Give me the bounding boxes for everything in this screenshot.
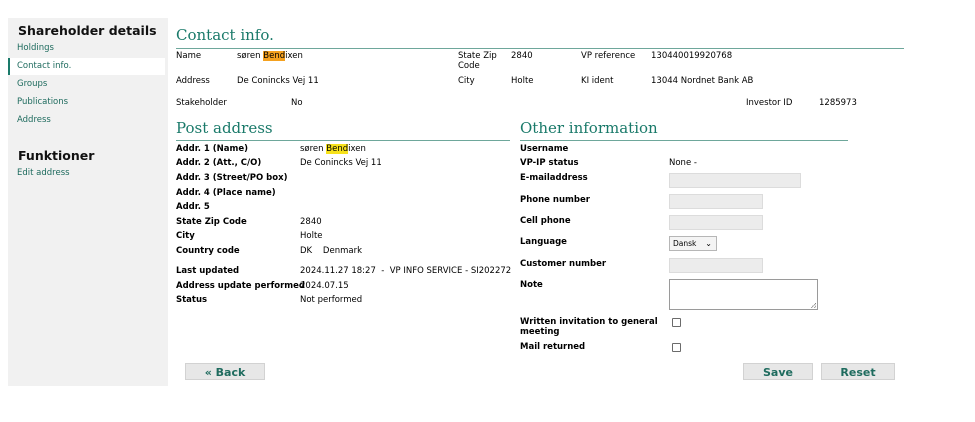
written-invitation-label: Written invitation to general	[520, 317, 658, 327]
sidebar-item-publications[interactable]: Publications	[8, 94, 165, 111]
stakeholder-value: No	[291, 98, 303, 108]
address-update-value: 2024.07.15	[300, 281, 349, 291]
post-address-heading: Post address	[176, 119, 273, 137]
note-textarea[interactable]	[669, 279, 818, 310]
sidebar-item-edit-address[interactable]: Edit address	[8, 165, 165, 182]
last-updated-value: 2024.11.27 18:27 - VP INFO SERVICE - SI2…	[300, 266, 512, 276]
contact-info-heading: Contact info.	[176, 26, 274, 44]
name-value-highlight: Bend	[263, 51, 286, 61]
addr4-label: Addr. 4 (Place name)	[176, 188, 276, 198]
language-select-value: Dansk	[673, 239, 697, 248]
name-value-part: søren	[237, 51, 264, 61]
contact-info-divider	[176, 48, 904, 49]
city-label: City	[458, 76, 475, 86]
language-select[interactable]: Dansk ⌄	[669, 236, 717, 251]
addr2-label: Addr. 2 (Att., C/O)	[176, 158, 262, 168]
sidebar-item-holdings[interactable]: Holdings	[8, 40, 165, 57]
sidebar-title: Shareholder details	[18, 23, 157, 38]
reset-button[interactable]: Reset	[821, 363, 895, 380]
chevron-down-icon: ⌄	[705, 239, 712, 248]
name-value: søren Bendixen	[237, 51, 303, 61]
email-label: E-mailaddress	[520, 173, 588, 183]
mail-returned-label: Mail returned	[520, 342, 586, 352]
name-label: Name	[176, 51, 202, 61]
customer-number-input[interactable]	[669, 258, 763, 273]
address-update-label: Address update performed	[176, 281, 306, 291]
vp-reference-value: 130440019920768	[651, 51, 733, 61]
back-button[interactable]: « Back	[185, 363, 265, 380]
status-label: Status	[176, 295, 208, 305]
state-zip-code-value: 2840	[300, 217, 322, 227]
cell-phone-input[interactable]	[669, 215, 763, 230]
ki-ident-value: 13044 Nordnet Bank AB	[651, 76, 754, 86]
addr3-label: Addr. 3 (Street/PO box)	[176, 173, 288, 183]
ki-ident-label: KI ident	[581, 76, 614, 86]
addr1-value-part: ixen	[348, 144, 366, 154]
investor-id-label: Investor ID	[746, 98, 793, 108]
sidebar: Shareholder details Holdings Contact inf…	[8, 18, 168, 386]
state-zip-label: State Zip	[458, 51, 497, 61]
phone-number-input[interactable]	[669, 194, 763, 209]
addr1-label: Addr. 1 (Name)	[176, 144, 249, 154]
cell-phone-label: Cell phone	[520, 216, 571, 226]
other-information-divider	[520, 140, 848, 141]
addr5-label: Addr. 5	[176, 202, 210, 212]
customer-number-label: Customer number	[520, 259, 607, 269]
written-invitation-label-line2: meeting	[520, 327, 560, 337]
vpip-status-value: None -	[669, 158, 697, 168]
state-zip-value: 2840	[511, 51, 533, 61]
vp-reference-label: VP reference	[581, 51, 636, 61]
city-value: Holte	[511, 76, 534, 86]
address-label: Address	[176, 76, 210, 86]
resize-grip-icon[interactable]	[811, 303, 816, 308]
state-zip-code-label: State Zip Code	[176, 217, 247, 227]
country-code-value: DK Denmark	[300, 246, 362, 256]
country-code-label: Country code	[176, 246, 240, 256]
functions-title: Funktioner	[18, 148, 95, 163]
vpip-status-label: VP-IP status	[520, 158, 579, 168]
last-updated-label: Last updated	[176, 266, 240, 276]
post-city-label: City	[176, 231, 195, 241]
sidebar-item-address[interactable]: Address	[8, 112, 165, 129]
investor-id-value: 1285973	[819, 98, 857, 108]
email-input[interactable]	[669, 173, 801, 188]
status-value: Not performed	[300, 295, 363, 305]
addr1-value: søren Bendixen	[300, 144, 366, 154]
save-button[interactable]: Save	[743, 363, 813, 380]
addr2-value: De Conincks Vej 11	[300, 158, 382, 168]
sidebar-item-contact-info[interactable]: Contact info.	[8, 58, 165, 75]
username-label: Username	[520, 144, 569, 154]
note-label: Note	[520, 280, 543, 290]
post-address-divider	[176, 140, 510, 141]
post-city-value: Holte	[300, 231, 323, 241]
language-label: Language	[520, 237, 567, 247]
written-invitation-checkbox[interactable]	[672, 318, 681, 327]
address-value: De Conincks Vej 11	[237, 76, 319, 86]
addr1-value-part: søren	[300, 144, 327, 154]
stakeholder-label: Stakeholder	[176, 98, 227, 108]
name-value-part: ixen	[285, 51, 303, 61]
phone-number-label: Phone number	[520, 195, 590, 205]
state-zip-label-line2: Code	[458, 61, 480, 71]
sidebar-item-groups[interactable]: Groups	[8, 76, 165, 93]
mail-returned-checkbox[interactable]	[672, 343, 681, 352]
addr1-value-highlight: Bend	[326, 144, 349, 154]
other-information-heading: Other information	[520, 119, 658, 137]
